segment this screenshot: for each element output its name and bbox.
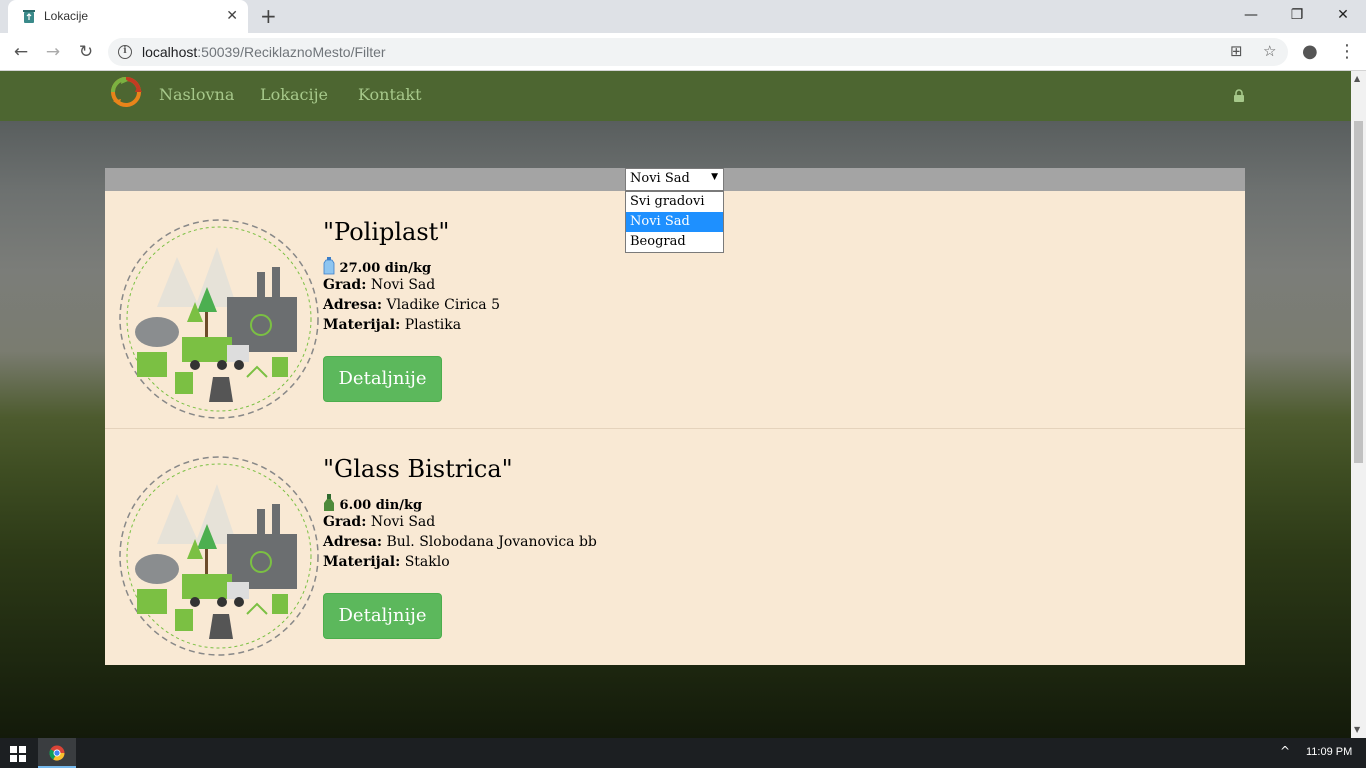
- translate-icon[interactable]: ⊞: [1230, 42, 1243, 60]
- url-text: localhost:50039/ReciklaznoMesto/Filter: [142, 44, 386, 60]
- price-line: 6.00 din/kg: [323, 494, 422, 513]
- select-arrow-icon: ▼: [711, 172, 718, 182]
- scroll-up-icon[interactable]: ▲: [1354, 74, 1360, 83]
- option-svi-gradovi[interactable]: Svi gradovi: [626, 192, 723, 212]
- menu-icon[interactable]: ⋮: [1338, 41, 1356, 63]
- grad-line: Grad: Novi Sad: [323, 514, 436, 530]
- browser-tab[interactable]: Lokacije ✕: [8, 0, 248, 33]
- browser-toolbar: ← → ↻ i localhost:50039/ReciklaznoMesto/…: [0, 33, 1366, 71]
- option-novi-sad[interactable]: Novi Sad: [626, 212, 723, 232]
- materijal-value: Plastika: [404, 317, 462, 333]
- nav-link-lokacije[interactable]: Lokacije: [260, 85, 328, 104]
- restore-icon[interactable]: ❐: [1274, 4, 1320, 28]
- details-button[interactable]: Detaljnije: [323, 356, 442, 402]
- tray-chevron-up-icon[interactable]: ^: [1280, 744, 1290, 758]
- nav-link-kontakt[interactable]: Kontakt: [358, 85, 422, 104]
- page-scrollbar[interactable]: ▲ ▼: [1351, 71, 1366, 738]
- materijal-value: Staklo: [404, 554, 450, 570]
- browser-tab-bar: Lokacije ✕ + — ❐ ✕: [0, 0, 1366, 33]
- forward-icon[interactable]: →: [42, 41, 64, 63]
- star-icon[interactable]: ☆: [1263, 42, 1276, 60]
- taskbar-clock[interactable]: 11:09 PM: [1306, 746, 1352, 758]
- recycling-illustration-icon: [119, 219, 319, 419]
- windows-taskbar: ^ 11:09 PM: [0, 738, 1366, 768]
- tab-title: Lokacije: [44, 9, 89, 23]
- new-tab-icon[interactable]: +: [260, 5, 277, 27]
- nav-link-naslovna[interactable]: Naslovna: [159, 85, 234, 104]
- materijal-line: Materijal: Staklo: [323, 554, 450, 570]
- adresa-line: Adresa: Bul. Slobodana Jovanovica bb: [323, 534, 597, 550]
- info-icon[interactable]: i: [118, 45, 132, 59]
- option-beograd[interactable]: Beograd: [626, 232, 723, 252]
- adresa-value: Bul. Slobodana Jovanovica bb: [386, 534, 597, 550]
- windows-start-icon[interactable]: [10, 746, 26, 762]
- recycling-illustration-icon: [119, 456, 319, 656]
- tab-close-icon[interactable]: ✕: [226, 7, 238, 25]
- account-icon[interactable]: ●: [1302, 41, 1318, 63]
- city-filter-dropdown: Svi gradovi Novi Sad Beograd: [625, 191, 724, 253]
- bottle-icon: [323, 257, 335, 275]
- scroll-down-icon[interactable]: ▼: [1354, 725, 1360, 734]
- scroll-thumb[interactable]: [1354, 121, 1363, 463]
- grad-line: Grad: Novi Sad: [323, 277, 436, 293]
- grad-value: Novi Sad: [370, 514, 436, 530]
- page-content: Naslovna Lokacije Kontakt "Poliplast" 27…: [0, 71, 1351, 738]
- close-window-icon[interactable]: ✕: [1320, 4, 1366, 28]
- details-button[interactable]: Detaljnije: [323, 593, 442, 639]
- recycle-bin-favicon-icon: [23, 10, 35, 23]
- city-filter-select[interactable]: Novi Sad ▼: [625, 168, 724, 191]
- location-title: "Glass Bistrica": [323, 455, 513, 483]
- back-icon[interactable]: ←: [10, 41, 32, 63]
- price-line: 27.00 din/kg: [323, 257, 431, 276]
- reload-icon[interactable]: ↻: [75, 41, 97, 63]
- minimize-icon[interactable]: —: [1228, 4, 1274, 28]
- select-value: Novi Sad: [630, 171, 690, 186]
- adresa-value: Vladike Cirica 5: [386, 297, 501, 313]
- chrome-icon: [49, 745, 65, 761]
- adresa-line: Adresa: Vladike Cirica 5: [323, 297, 501, 313]
- price-value: 27.00 din/kg: [339, 261, 432, 276]
- recycle-logo-icon[interactable]: [109, 75, 143, 109]
- materijal-line: Materijal: Plastika: [323, 317, 462, 333]
- price-value: 6.00 din/kg: [339, 498, 423, 513]
- location-card: "Glass Bistrica" 6.00 din/kg Grad: Novi …: [105, 428, 1245, 665]
- grad-value: Novi Sad: [370, 277, 436, 293]
- lock-icon[interactable]: [1233, 89, 1245, 102]
- location-title: "Poliplast": [323, 218, 450, 246]
- chrome-taskbar-button[interactable]: [38, 738, 76, 768]
- address-bar[interactable]: i localhost:50039/ReciklaznoMesto/Filter…: [108, 38, 1288, 66]
- site-navbar: Naslovna Lokacije Kontakt: [0, 71, 1351, 121]
- glass-bottle-icon: [324, 494, 334, 511]
